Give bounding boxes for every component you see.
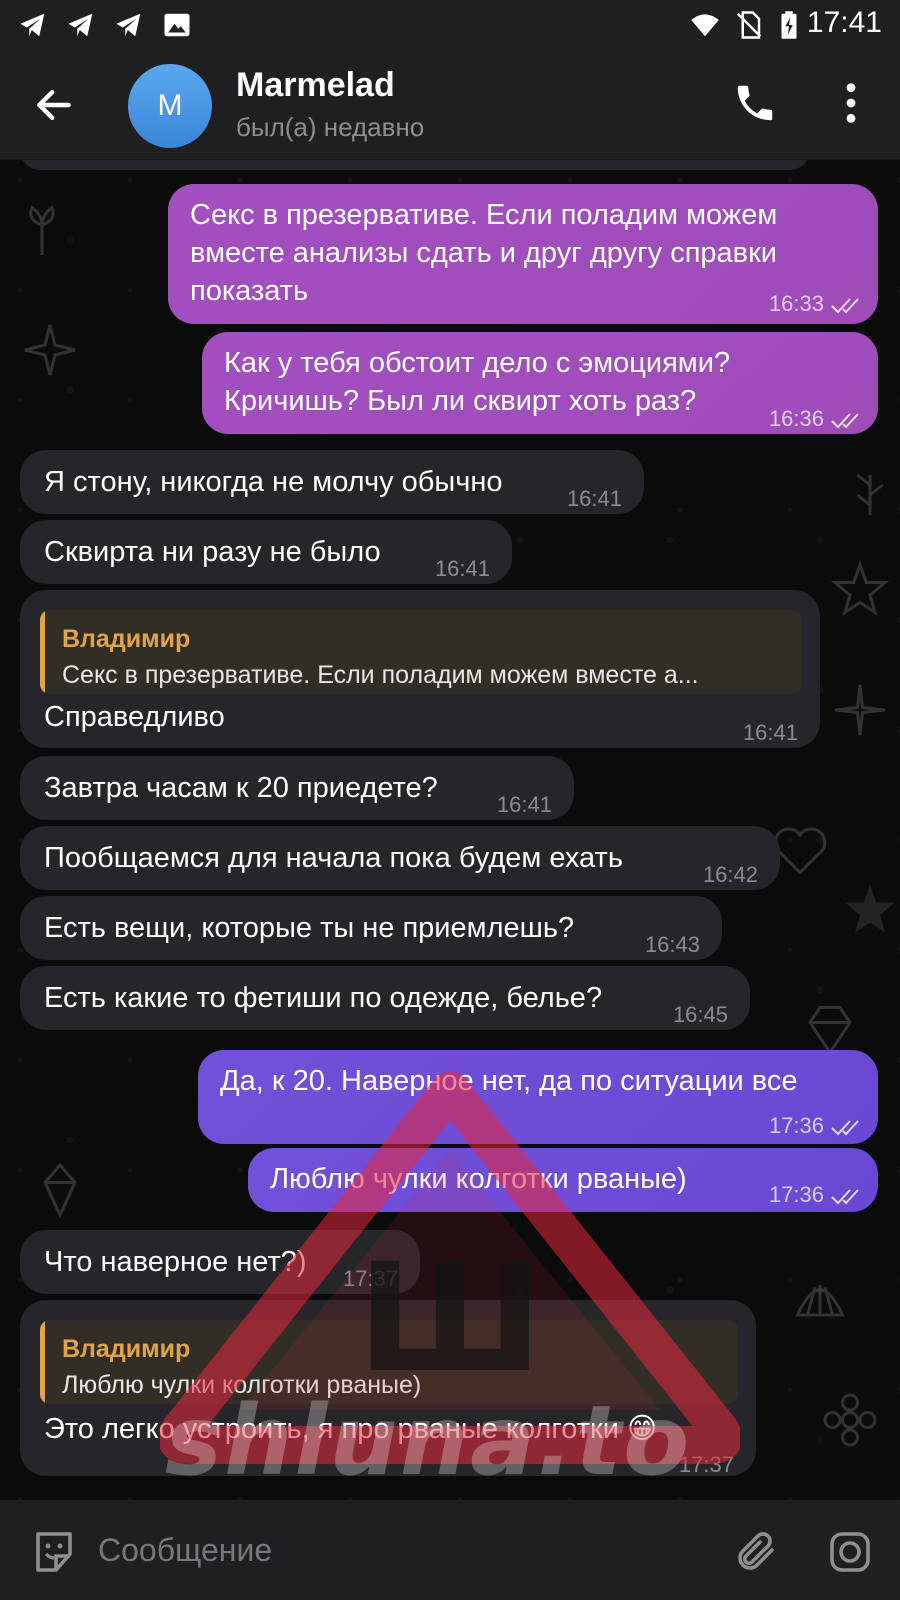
- double-check-icon: [831, 298, 859, 314]
- doodle-star-icon: [830, 560, 890, 617]
- message-text: Есть какие то фетиши по одежде, белье?: [44, 982, 603, 1014]
- status-bar: 17:41: [0, 0, 900, 50]
- clock: 17:41: [806, 6, 882, 39]
- message-text: Завтра часам к 20 приедете?: [44, 772, 438, 804]
- message-bubble-partial: [20, 160, 810, 170]
- message-bubble-incoming[interactable]: Завтра часам к 20 приедете? 16:41: [20, 756, 574, 820]
- reply-author: Владимир: [62, 625, 191, 653]
- chat-title[interactable]: Marmelad: [236, 66, 395, 105]
- message-time: 16:33: [768, 291, 824, 316]
- message-bubble-outgoing[interactable]: Как у тебя обстоит дело с эмоциями? Крич…: [202, 332, 878, 434]
- back-arrow-icon[interactable]: [32, 83, 76, 127]
- message-time: 16:45: [672, 1002, 728, 1027]
- message-bubble-incoming[interactable]: Есть вещи, которые ты не приемлешь? 16:4…: [20, 896, 722, 960]
- image-icon: [164, 13, 190, 37]
- message-bubble-incoming-reply[interactable]: Владимир Секс в презервативе. Если полад…: [20, 590, 820, 748]
- message-composer: [0, 1500, 900, 1600]
- message-time: 16:42: [702, 862, 758, 887]
- message-text: Сквирта ни разу не было: [44, 536, 381, 568]
- message-text: Люблю чулки колготки рваные): [270, 1163, 687, 1195]
- more-vert-icon[interactable]: [836, 80, 866, 126]
- message-text: Справедливо: [44, 701, 225, 733]
- message-text: Пообщаемся для начала пока будем ехать: [44, 842, 623, 874]
- avatar[interactable]: M: [128, 64, 212, 148]
- doodle-crystal-icon: [43, 1162, 77, 1219]
- doodle-leaf-icon: [856, 473, 884, 515]
- message-time: 17:37: [342, 1266, 398, 1291]
- message-input[interactable]: [98, 1524, 698, 1576]
- double-check-icon: [831, 413, 859, 429]
- message-time: 16:41: [742, 720, 798, 745]
- message-text: Что наверное нет?): [44, 1246, 307, 1278]
- watermark-text: shluna.to: [165, 1385, 692, 1497]
- message-time: 16:36: [768, 406, 824, 431]
- message-bubble-incoming[interactable]: Что наверное нет?) 17:37: [20, 1230, 420, 1294]
- message-bubble-incoming[interactable]: Пообщаемся для начала пока будем ехать 1…: [20, 826, 780, 890]
- last-seen-status: был(а) недавно: [236, 112, 425, 142]
- double-check-icon: [831, 1120, 859, 1136]
- message-text: Я стону, никогда не молчу обычно: [44, 466, 503, 498]
- reply-text: Секс в презервативе. Если поладим можем …: [62, 661, 699, 689]
- paperclip-icon[interactable]: [732, 1528, 780, 1576]
- message-bubble-incoming[interactable]: Сквирта ни разу не было 16:41: [20, 520, 512, 584]
- reply-accent-bar: [40, 610, 45, 694]
- message-time: 17:36: [768, 1113, 824, 1138]
- telegram-icon: [116, 13, 141, 37]
- doodle-sparkle-icon: [834, 684, 886, 736]
- message-meta: 16:33: [769, 285, 864, 323]
- sticker-emoji-icon[interactable]: [30, 1528, 78, 1576]
- message-time: 16:43: [644, 932, 700, 957]
- reply-accent-bar: [40, 1320, 45, 1404]
- message-text: Есть вещи, которые ты не приемлешь?: [44, 912, 575, 944]
- doodle-flower-icon: [29, 205, 55, 255]
- camera-icon[interactable]: [826, 1528, 874, 1576]
- message-meta: 17:36: [769, 1107, 864, 1145]
- message-time: 16:41: [434, 556, 490, 581]
- battery-charging-icon: [781, 11, 797, 39]
- chat-history[interactable]: Секс в презервативе. Если поладим можем …: [0, 160, 900, 1500]
- wifi-icon: [691, 14, 719, 37]
- message-meta: 16:36: [769, 400, 864, 438]
- doodle-star-icon: [24, 324, 76, 376]
- no-sim-icon: [736, 11, 762, 39]
- doodle-shell-icon: [795, 1285, 845, 1317]
- message-time: 16:41: [496, 792, 552, 817]
- message-text: Секс в презервативе. Если поладим можем …: [190, 199, 778, 307]
- message-bubble-outgoing[interactable]: Да, к 20. Наверное нет, да по ситуации в…: [198, 1050, 878, 1144]
- reply-author: Владимир: [62, 1335, 191, 1363]
- telegram-icon: [20, 13, 45, 37]
- message-text: Как у тебя обстоит дело с эмоциями? Крич…: [224, 347, 731, 417]
- message-bubble-incoming[interactable]: Я стону, никогда не молчу обычно 16:41: [20, 450, 644, 514]
- doodle-flower-icon: [823, 1393, 877, 1447]
- message-text: Да, к 20. Наверное нет, да по ситуации в…: [220, 1065, 798, 1097]
- doodle-star-icon: [845, 885, 895, 933]
- message-time: 17:36: [768, 1182, 824, 1207]
- chat-header: M Marmelad был(а) недавно: [0, 50, 900, 160]
- message-time: 16:41: [566, 486, 622, 511]
- message-bubble-incoming[interactable]: Есть какие то фетиши по одежде, белье? 1…: [20, 966, 750, 1030]
- reply-preview[interactable]: Владимир Секс в презервативе. Если полад…: [40, 610, 802, 694]
- message-bubble-outgoing[interactable]: Люблю чулки колготки рваные) 17:36: [248, 1148, 878, 1212]
- message-meta: 17:36: [769, 1176, 864, 1214]
- phone-call-icon[interactable]: [732, 80, 778, 126]
- telegram-icon: [68, 13, 93, 37]
- message-bubble-outgoing[interactable]: Секс в презервативе. Если поладим можем …: [168, 184, 878, 324]
- double-check-icon: [831, 1189, 859, 1205]
